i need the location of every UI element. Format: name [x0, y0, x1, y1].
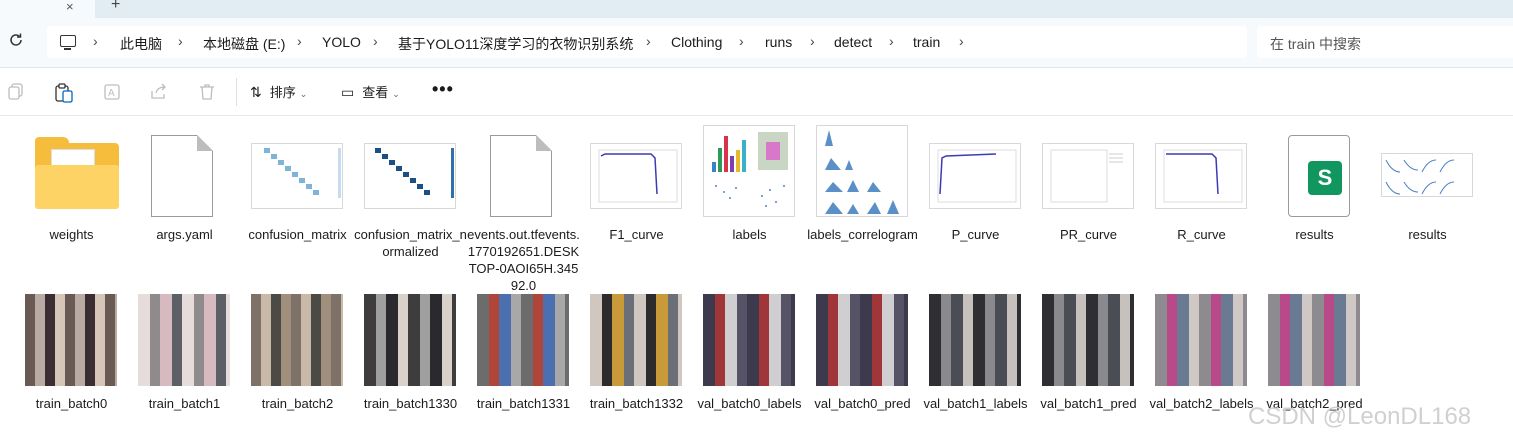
batch-thumbnail — [703, 294, 795, 386]
spreadsheet-icon: S — [1288, 135, 1350, 217]
file-name: R_curve — [1177, 227, 1226, 242]
file-grid: weights args.yaml confusion_matrix confu… — [0, 117, 1513, 445]
breadcrumb-item[interactable]: Clothing — [671, 34, 722, 50]
sort-button[interactable]: ⇅ 排序 ⌄ — [250, 82, 307, 101]
new-tab-icon[interactable]: + — [111, 0, 120, 14]
file-name: results — [1408, 227, 1447, 242]
curve-thumbnail — [1155, 143, 1247, 209]
file-name: confusion_matrix — [248, 227, 347, 242]
breadcrumb-item[interactable]: detect — [834, 34, 872, 50]
this-pc-icon[interactable] — [60, 35, 76, 50]
breadcrumb-item[interactable]: YOLO — [322, 34, 361, 50]
chevron-right-icon[interactable]: › — [810, 33, 815, 49]
file-name: weights — [49, 227, 94, 242]
tab-strip: × + — [0, 0, 1513, 18]
breadcrumb-item[interactable]: 此电脑 — [120, 34, 162, 54]
confusion-matrix-normalized-thumbnail — [364, 143, 456, 209]
batch-thumbnail — [1155, 294, 1247, 386]
spreadsheet-badge: S — [1308, 161, 1342, 195]
file-name: val_batch2_labels — [1149, 396, 1254, 411]
file-name: val_batch0_pred — [814, 396, 911, 411]
file-name: labels_correlogram — [807, 227, 918, 242]
file-name: val_batch1_pred — [1040, 396, 1137, 411]
file-name: P_curve — [951, 227, 1000, 242]
chevron-right-icon[interactable]: › — [178, 33, 183, 49]
sort-label: 排序 — [269, 85, 296, 100]
curve-thumbnail — [1042, 143, 1134, 209]
labels-thumbnail — [703, 125, 795, 217]
breadcrumb-item[interactable]: 本地磁盘 (E:) — [203, 34, 285, 54]
batch-thumbnail — [138, 294, 230, 386]
paste-icon[interactable] — [55, 83, 73, 103]
file-name: train_batch1331 — [476, 396, 571, 411]
file-name: train_batch1330 — [363, 396, 458, 411]
breadcrumb-item[interactable]: 基于YOLO11深度学习的衣物识别系统 — [398, 34, 633, 54]
toolbar-divider — [236, 78, 237, 106]
share-icon[interactable] — [150, 83, 168, 101]
file-name: train_batch1332 — [589, 396, 684, 411]
more-options-button[interactable]: ••• — [432, 79, 454, 100]
search-input[interactable]: 在 train 中搜索 — [1257, 26, 1513, 58]
batch-thumbnail — [477, 294, 569, 386]
watermark: CSDN @LeonDL168 — [1248, 403, 1472, 430]
curve-thumbnail — [590, 143, 682, 209]
batch-thumbnail — [590, 294, 682, 386]
delete-icon[interactable] — [199, 83, 217, 101]
batch-thumbnail — [1042, 294, 1134, 386]
view-button[interactable]: ▭ 查看 ⌄ — [341, 82, 400, 101]
chevron-down-icon: ⌄ — [299, 89, 308, 99]
curve-thumbnail — [929, 143, 1021, 209]
document-icon — [151, 135, 213, 217]
chevron-right-icon[interactable]: › — [93, 33, 98, 49]
chevron-down-icon: ⌄ — [392, 89, 400, 99]
close-tab-icon[interactable]: × — [66, 0, 74, 14]
active-tab[interactable]: × — [0, 0, 95, 18]
breadcrumb-item[interactable]: runs — [765, 34, 792, 50]
navigation-bar: › 此电脑 › 本地磁盘 (E:) › YOLO › 基于YOLO11深度学习的… — [0, 18, 1513, 68]
file-name: val_batch1_labels — [923, 396, 1028, 411]
file-name: confusion_matrix_normalized — [354, 227, 467, 259]
address-bar[interactable]: › 此电脑 › 本地磁盘 (E:) › YOLO › 基于YOLO11深度学习的… — [47, 26, 1247, 58]
document-icon — [490, 135, 552, 217]
results-thumbnail — [1381, 153, 1473, 197]
batch-thumbnail — [25, 294, 117, 386]
search-placeholder: 在 train 中搜索 — [1270, 36, 1362, 52]
file-name: args.yaml — [156, 227, 213, 242]
rename-icon[interactable]: A — [104, 83, 122, 101]
batch-thumbnail — [929, 294, 1021, 386]
file-name: labels — [732, 227, 767, 242]
chevron-right-icon[interactable]: › — [739, 33, 744, 49]
chevron-right-icon[interactable]: › — [889, 33, 894, 49]
file-name: train_batch1 — [148, 396, 221, 411]
chevron-right-icon[interactable]: › — [646, 33, 651, 49]
copy-icon[interactable] — [8, 83, 26, 101]
batch-thumbnail — [1268, 294, 1360, 386]
view-label: 查看 — [362, 85, 389, 100]
file-name: train_batch2 — [261, 396, 334, 411]
chevron-right-icon[interactable]: › — [373, 33, 378, 49]
batch-thumbnail — [364, 294, 456, 386]
file-name: results — [1295, 227, 1334, 242]
confusion-matrix-thumbnail — [251, 143, 343, 209]
file-name: events.out.tfevents.1770192651.DESKTOP-0… — [467, 227, 580, 293]
command-bar: A ⇅ 排序 ⌄ ▭ 查看 ⌄ ••• — [0, 68, 1513, 116]
file-name: val_batch0_labels — [697, 396, 802, 411]
breadcrumb-item[interactable]: train — [913, 34, 940, 50]
file-name: F1_curve — [609, 227, 664, 242]
correlogram-thumbnail — [816, 125, 908, 217]
refresh-icon[interactable] — [8, 32, 26, 50]
view-icon: ▭ — [341, 84, 355, 100]
chevron-right-icon[interactable]: › — [297, 33, 302, 49]
batch-thumbnail — [816, 294, 908, 386]
chevron-right-icon[interactable]: › — [959, 33, 964, 49]
file-name: train_batch0 — [35, 396, 108, 411]
batch-thumbnail — [251, 294, 343, 386]
svg-text:A: A — [108, 88, 115, 99]
sort-icon: ⇅ — [250, 84, 262, 100]
file-name: PR_curve — [1059, 227, 1118, 242]
